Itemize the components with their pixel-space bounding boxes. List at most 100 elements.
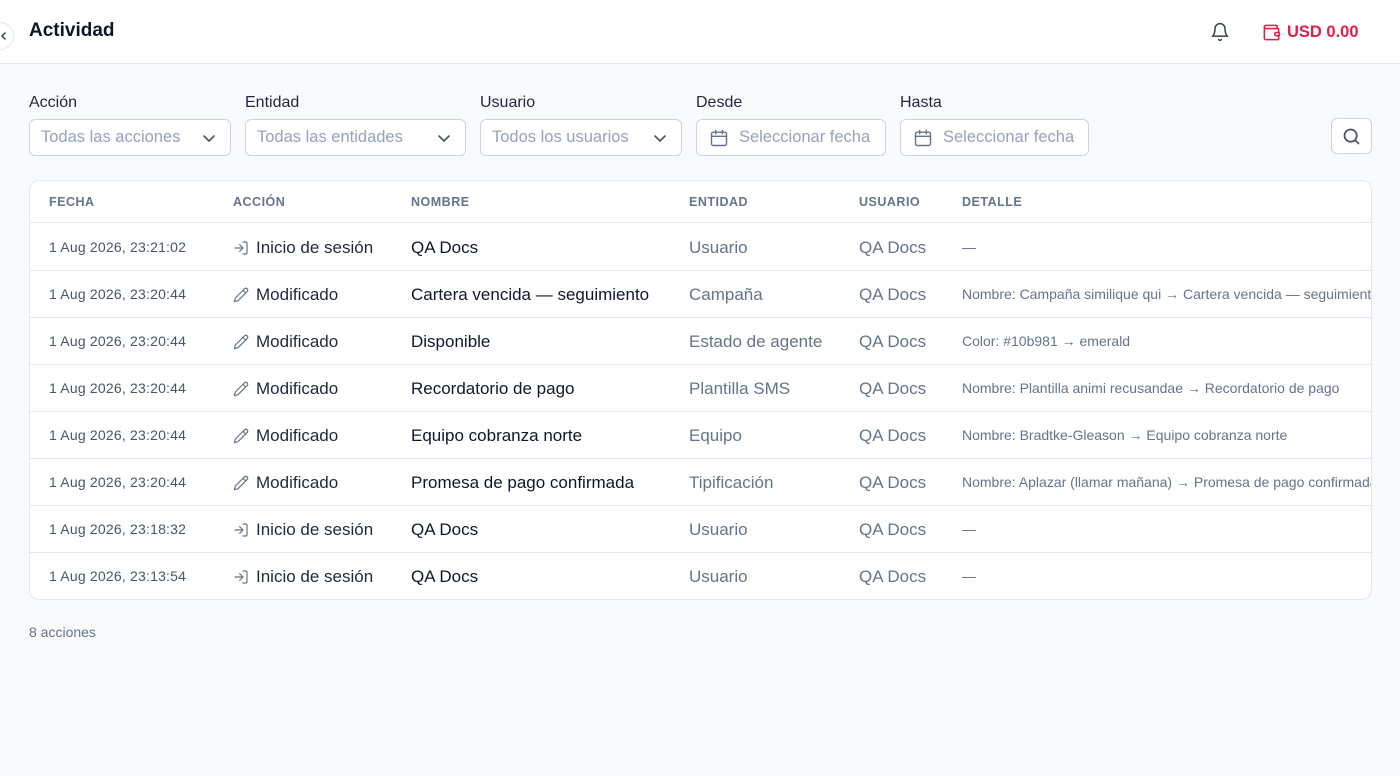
row-user: QA Docs [859,473,927,492]
row-date: 1 Aug 2026, 23:21:02 [49,239,187,255]
row-name: QA Docs [411,567,479,586]
table-row[interactable]: 1 Aug 2026, 23:20:44 Modificado Promesa de… [30,459,1371,506]
table-header: FECHA ACCIÓN NOMBRE ENTIDAD USUARIO DETA… [30,181,1371,223]
row-detail: Nombre: Aplazar (llamar mañana) → Promes… [962,474,1372,490]
row-action-label: Inicio de sesión [256,238,374,257]
filters-bar: Acción Todas las acciones Entidad Todas … [29,92,1372,162]
row-name: Equipo cobranza norte [411,426,583,445]
filter-to: Hasta [900,92,942,114]
from-date-picker[interactable]: Seleccionar fecha [696,119,886,156]
filter-entity: Entidad [245,92,299,114]
table-row[interactable]: 1 Aug 2026, 23:13:54 Inicio de sesión QA D… [30,553,1371,599]
row-date: 1 Aug 2026, 23:20:44 [49,474,187,490]
row-detail: Nombre: Campaña similique qui → Cartera … [962,286,1372,302]
user-select[interactable]: Todos los usuarios [480,119,682,156]
search-button[interactable] [1331,118,1372,154]
table-row[interactable]: 1 Aug 2026, 23:21:02 Inicio de sesión QA D… [30,224,1371,271]
row-entity: Campaña [689,285,763,304]
wallet-icon [1263,24,1281,40]
row-detail: — [962,521,976,537]
row-entity: Usuario [689,238,748,257]
filter-user: Usuario [480,92,535,114]
chevron-down-icon [438,134,450,142]
row-detail: Color: #10b981 → emerald [962,333,1131,349]
row-detail: — [962,239,976,255]
column-header-user[interactable]: USUARIO [859,181,920,223]
row-entity: Usuario [689,567,748,586]
row-action: Modificado [233,365,338,412]
row-entity: Usuario [689,520,748,539]
row-user: QA Docs [859,332,927,351]
chevron-down-icon [203,134,215,142]
column-header-entity[interactable]: ENTIDAD [689,181,748,223]
column-header-action[interactable]: ACCIÓN [233,181,285,223]
row-action: Modificado [233,318,338,365]
filter-action: Acción [29,92,77,114]
row-user: QA Docs [859,567,927,586]
activity-table: FECHA ACCIÓN NOMBRE ENTIDAD USUARIO DETA… [29,180,1372,600]
action-select[interactable]: Todas las acciones [29,119,231,156]
row-date: 1 Aug 2026, 23:20:44 [49,380,187,396]
entity-select[interactable]: Todas las entidades [245,119,466,156]
row-date: 1 Aug 2026, 23:18:32 [49,521,187,537]
row-name: QA Docs [411,520,479,539]
row-date: 1 Aug 2026, 23:20:44 [49,286,187,302]
row-action-label: Modificado [256,473,339,492]
row-action: Modificado [233,271,338,318]
balance-display[interactable]: USD 0.00 [1262,20,1359,44]
filter-label: Hasta [900,94,942,111]
row-action-label: Modificado [256,426,339,445]
login-icon [233,522,249,538]
table-row[interactable]: 1 Aug 2026, 23:18:32 Inicio de sesión QA D… [30,506,1371,553]
calendar-icon [914,129,932,146]
row-date: 1 Aug 2026, 23:20:44 [49,427,187,443]
row-user: QA Docs [859,285,927,304]
filter-from: Desde [696,92,742,114]
results-count: 8 acciones [29,624,96,640]
table-row[interactable]: 1 Aug 2026, 23:20:44 Modificado Cartera ve… [30,271,1371,318]
table-row[interactable]: 1 Aug 2026, 23:20:44 Modificado Equipo cob… [30,412,1371,459]
filter-label: Entidad [245,94,300,111]
search-icon [1343,128,1360,144]
login-icon [233,240,249,256]
filter-label: Desde [696,94,743,111]
row-user: QA Docs [859,426,927,445]
row-name: Recordatorio de pago [411,379,575,398]
row-action: Inicio de sesión [233,506,373,553]
column-header-detail[interactable]: DETALLE [962,181,1022,223]
row-action-label: Inicio de sesión [256,567,374,586]
row-name: Promesa de pago confirmada [411,473,635,492]
row-detail: — [962,568,976,584]
row-name: Cartera vencida — seguimiento [411,285,650,304]
row-user: QA Docs [859,520,927,539]
row-detail: Nombre: Plantilla animi recusandae → Rec… [962,380,1340,396]
row-date: 1 Aug 2026, 23:13:54 [49,568,187,584]
row-date: 1 Aug 2026, 23:20:44 [49,333,187,349]
row-action-label: Modificado [256,332,339,351]
column-header-name[interactable]: NOMBRE [411,181,470,223]
pencil-icon [233,428,249,444]
chevron-left-icon [0,32,6,40]
row-action: Modificado [233,459,338,506]
balance-amount: USD 0.00 [1287,22,1359,41]
table-row[interactable]: 1 Aug 2026, 23:20:44 Modificado Recordator… [30,365,1371,412]
login-icon [233,569,249,585]
row-action: Inicio de sesión [233,553,374,599]
row-entity: Plantilla SMS [689,379,791,398]
column-header-date[interactable]: FECHA [49,181,95,223]
page-title: Actividad [29,20,115,41]
row-name: Disponible [411,332,491,351]
row-entity: Equipo [689,426,742,445]
pencil-icon [233,475,249,491]
row-action-label: Modificado [256,285,339,304]
collapse-sidebar-button[interactable] [0,22,14,50]
to-date-picker[interactable]: Seleccionar fecha [900,119,1089,156]
pencil-icon [233,334,249,350]
row-action-label: Modificado [256,379,339,398]
bell-icon[interactable] [1210,22,1230,42]
row-entity: Tipificación [689,473,774,492]
row-name: QA Docs [411,238,479,257]
row-user: QA Docs [859,379,927,398]
calendar-icon [710,129,728,146]
table-row[interactable]: 1 Aug 2026, 23:20:44 Modificado Disponible… [30,318,1371,365]
